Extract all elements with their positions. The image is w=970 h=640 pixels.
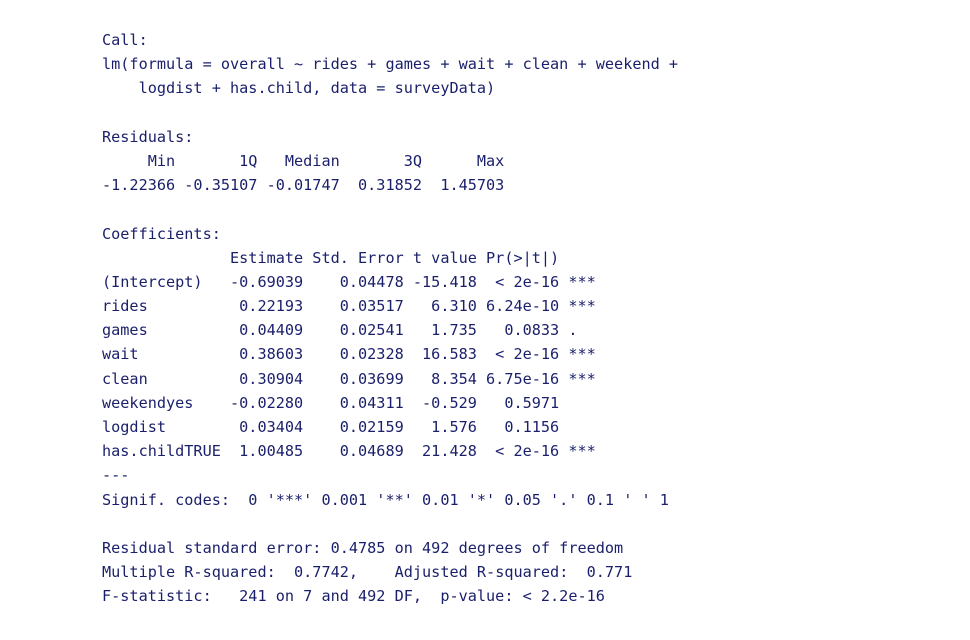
coefficients-header: Coefficients: [102,224,221,243]
coefficients-column-headers: Estimate Std. Error t value Pr(>|t|) [102,248,596,267]
residuals-quantile-values: -1.22366 -0.35107 -0.01747 0.31852 1.457… [102,176,505,195]
residual-standard-error: Residual standard error: 0.4785 on 492 d… [102,538,624,557]
call-formula-line-1: lm(formula = overall ~ rides + games + w… [102,55,679,74]
coef-row-clean: clean 0.30904 0.03699 8.354 6.75e-16 *** [102,369,596,388]
coef-row-logdist: logdist 0.03404 0.02159 1.576 0.1156 [102,418,596,436]
separator-line: --- [102,466,130,485]
f-statistic-line: F-statistic: 241 on 7 and 492 DF, p-valu… [102,587,605,606]
coef-row-games: games 0.04409 0.02541 1.735 0.0833 . [102,321,596,340]
coef-row-wait: wait 0.38603 0.02328 16.583 < 2e-16 *** [102,345,596,364]
residuals-header: Residuals: [102,127,194,146]
r-console-output: Call: lm(formula = overall ~ rides + game… [102,28,678,609]
residuals-quantile-labels: Min 1Q Median 3Q Max [102,151,505,170]
r-squared-line: Multiple R-squared: 0.7742, Adjusted R-s… [102,563,642,582]
coef-row-weekendyes: weekendyes -0.02280 0.04311 -0.529 0.597… [102,393,596,412]
coef-row-rides: rides 0.22193 0.03517 6.310 6.24e-10 *** [102,297,596,316]
coef-row-intercept: (Intercept) -0.69039 0.04478 -15.418 < 2… [102,272,596,291]
call-header: Call: [102,31,148,49]
call-formula-line-2: logdist + has.child, data = surveyData) [102,79,496,98]
signif-codes: Signif. codes: 0 '***' 0.001 '**' 0.01 '… [102,490,669,509]
coef-row-has-child: has.childTRUE 1.00485 0.04689 21.428 < 2… [102,442,596,461]
